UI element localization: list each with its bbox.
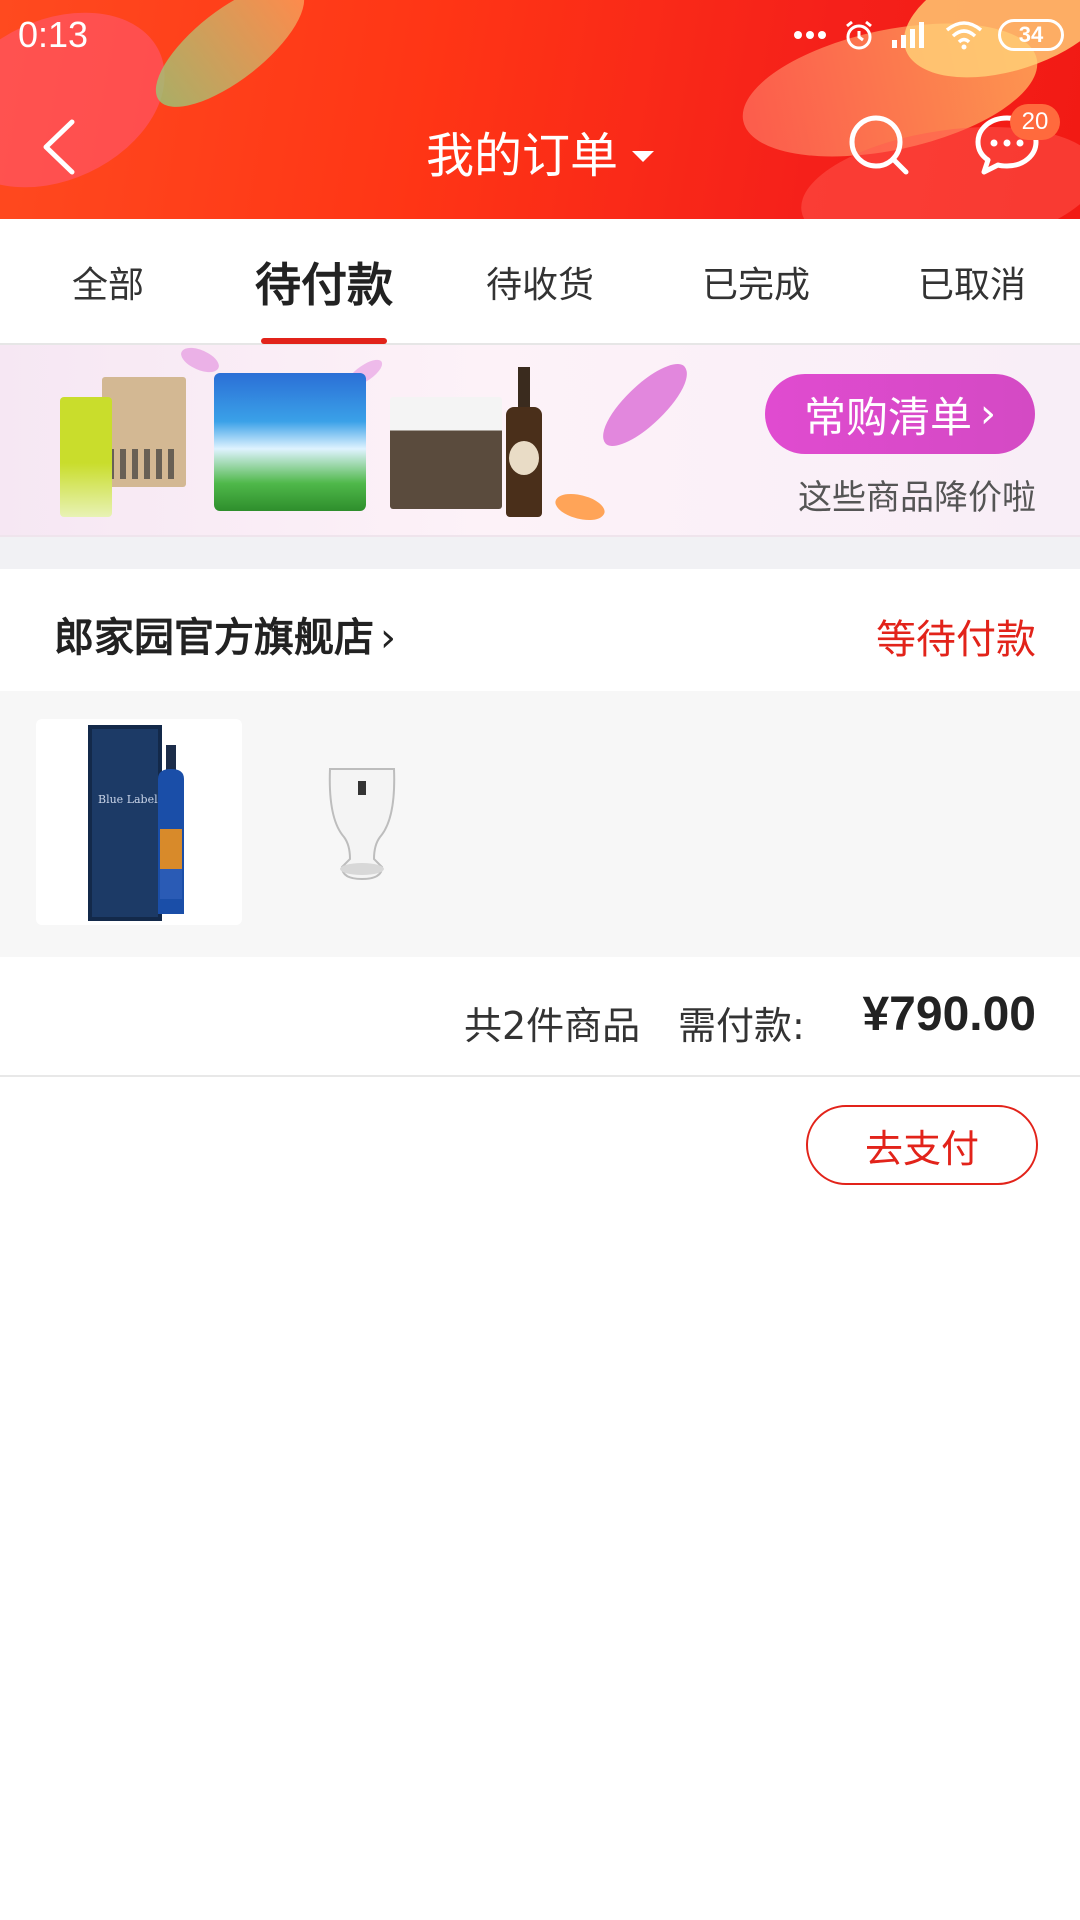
message-badge: 20 — [1010, 104, 1060, 140]
order-type-dropdown[interactable]: 我的订单 — [0, 116, 1080, 186]
shop-name: 郎家园官方旗舰店 — [54, 615, 374, 661]
shop-header[interactable]: 郎家园官方旗舰店 › 等待付款 — [0, 569, 1080, 691]
chevron-right-icon: › — [380, 615, 396, 661]
signal-icon — [892, 22, 924, 48]
whisky-bottle-image: Blue Label — [88, 725, 184, 921]
product-image-beer-case — [390, 397, 502, 509]
more-dots-icon — [794, 31, 826, 39]
active-tab-indicator — [261, 338, 387, 344]
search-button[interactable] — [846, 112, 912, 178]
app-header: 0:13 34 我的订单 20 — [0, 0, 1080, 219]
banner-subtitle: 这些商品降价啦 — [798, 478, 1036, 518]
banner-decoration — [590, 354, 700, 456]
tab-cancelled[interactable]: 已取消 — [864, 219, 1080, 345]
wifi-icon — [945, 21, 983, 50]
order-actions: 去支付 — [0, 1077, 1080, 1217]
battery-level: 34 — [1018, 22, 1044, 47]
status-time: 0:13 — [18, 14, 89, 55]
tab-all[interactable]: 全部 — [0, 219, 216, 345]
product-image-juice — [60, 397, 112, 517]
order-items[interactable]: Blue Label — [0, 691, 1080, 957]
whisky-glass-image — [328, 768, 396, 881]
caret-down-icon — [632, 150, 654, 162]
amount-due: ¥790.00 — [862, 988, 1036, 1041]
status-bar: 0:13 34 — [0, 0, 1080, 72]
section-divider — [0, 537, 1080, 569]
amount-label: 需付款: — [678, 1004, 805, 1048]
chevron-right-icon: › — [980, 391, 996, 437]
frequent-purchase-button[interactable]: 常购清单 › — [765, 374, 1035, 454]
product-image-milk-powder — [214, 373, 370, 521]
battery-icon: 34 — [998, 19, 1064, 51]
order-summary: 共2件商品 需付款: ¥790.00 — [0, 957, 1080, 1077]
frequent-purchase-label: 常购清单 — [803, 392, 972, 442]
search-icon — [849, 115, 909, 175]
page-title: 我的订单 — [425, 128, 618, 184]
product-image-box — [102, 377, 186, 487]
item-count: 共2件商品 — [464, 1004, 641, 1048]
order-tabs: 全部 待付款 待收货 已完成 已取消 — [0, 219, 1080, 345]
product-thumbnail-whisky[interactable]: Blue Label — [36, 719, 242, 925]
svg-text:Blue Label: Blue Label — [98, 793, 158, 806]
tab-completed[interactable]: 已完成 — [648, 219, 864, 345]
order-status: 等待付款 — [876, 617, 1036, 663]
shop-link[interactable]: 郎家园官方旗舰店 › — [54, 605, 396, 663]
banner-decoration — [552, 487, 608, 527]
pay-button[interactable]: 去支付 — [806, 1105, 1038, 1185]
nav-bar: 我的订单 — [0, 90, 1080, 200]
tab-pending-payment[interactable]: 待付款 — [216, 219, 432, 345]
product-image-beer-bottle — [506, 367, 542, 517]
product-thumbnail-glass[interactable] — [258, 719, 464, 925]
alarm-icon — [846, 20, 872, 50]
status-icons: 34 — [792, 18, 1064, 52]
tab-pending-receipt[interactable]: 待收货 — [432, 219, 648, 345]
